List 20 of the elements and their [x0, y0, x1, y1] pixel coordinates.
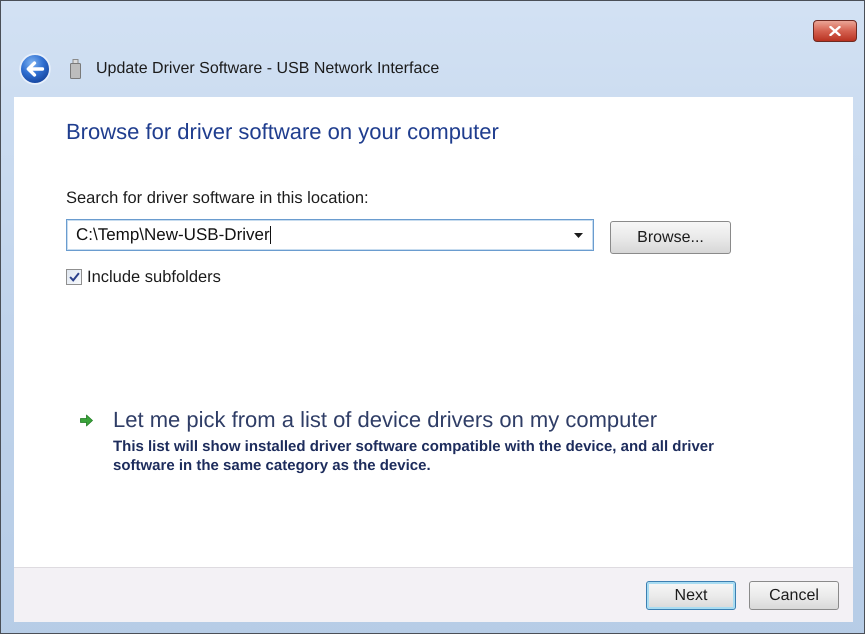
page-heading: Browse for driver software on your computer [66, 119, 499, 145]
location-combo-box[interactable]: C:\Temp\New-USB-Driver [66, 219, 594, 251]
arrow-right-icon [78, 414, 95, 427]
close-icon [829, 26, 841, 36]
window-title: Update Driver Software - USB Network Interface [96, 59, 440, 79]
back-button[interactable] [19, 53, 51, 85]
location-value: C:\Temp\New-USB-Driver [76, 225, 270, 245]
include-subfolders-label[interactable]: Include subfolders [87, 267, 221, 287]
close-button[interactable] [813, 20, 857, 42]
usb-stick-icon [70, 59, 81, 79]
checkmark-icon [68, 272, 80, 282]
caret-down-icon[interactable] [574, 232, 583, 238]
text-cursor [270, 226, 271, 244]
browse-button[interactable]: Browse... [610, 221, 731, 254]
pick-driver-link[interactable]: Let me pick from a list of device drivers on my computer [113, 407, 658, 433]
link-description: This list will show installed driver software compatible with the device, and all driver software in the same category as the device. [113, 437, 715, 475]
location-label: Search for driver software in this location: [66, 188, 369, 208]
checkbox[interactable] [66, 269, 82, 285]
dialog-button[interactable]: Cancel [749, 581, 839, 610]
dialog-button[interactable]: Next [646, 581, 736, 610]
